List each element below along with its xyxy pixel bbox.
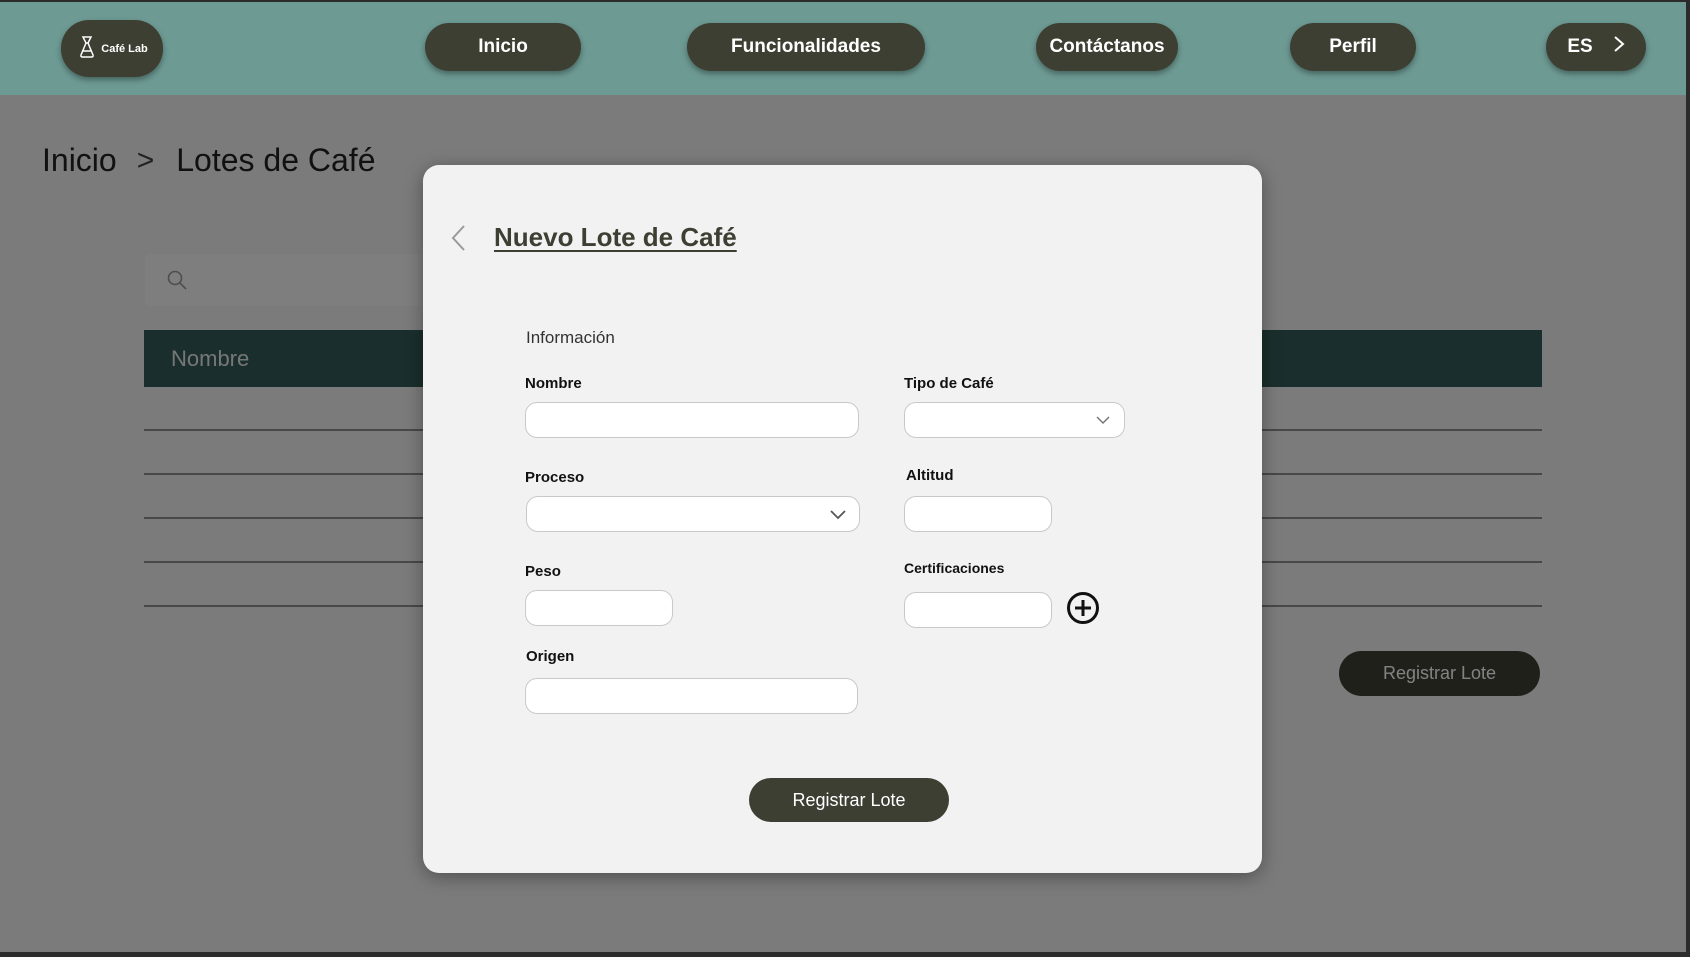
nav-inicio[interactable]: Inicio <box>425 23 581 71</box>
peso-label: Peso <box>525 563 561 580</box>
nombre-label: Nombre <box>525 375 582 392</box>
origen-input[interactable] <box>525 678 858 714</box>
back-button[interactable] <box>447 223 471 253</box>
chevron-right-icon <box>1613 35 1625 59</box>
logo-text: Café Lab <box>101 42 148 55</box>
altitud-input[interactable] <box>904 496 1052 532</box>
altitud-label: Altitud <box>906 467 954 484</box>
app-window: Café Lab Inicio Funcionalidades Contácta… <box>0 2 1686 952</box>
logo-button[interactable]: Café Lab <box>61 20 163 77</box>
certificaciones-input[interactable] <box>904 592 1052 628</box>
coffee-maker-icon <box>76 35 98 62</box>
top-navbar: Café Lab Inicio Funcionalidades Contácta… <box>0 2 1686 95</box>
peso-input[interactable] <box>525 590 673 626</box>
add-certification-button[interactable] <box>1066 591 1100 625</box>
certificaciones-label: Certificaciones <box>904 560 1005 576</box>
tipo-cafe-label: Tipo de Café <box>904 375 994 392</box>
chevron-left-icon <box>447 225 471 257</box>
plus-circle-icon <box>1066 592 1100 629</box>
proceso-select[interactable] <box>526 496 860 532</box>
language-selector[interactable]: ES <box>1546 23 1646 71</box>
nav-perfil[interactable]: Perfil <box>1290 23 1416 71</box>
submit-register-lot-button[interactable]: Registrar Lote <box>749 778 949 822</box>
nav-funcionalidades[interactable]: Funcionalidades <box>687 23 925 71</box>
proceso-label: Proceso <box>525 469 585 486</box>
modal-title: Nuevo Lote de Café <box>494 222 737 252</box>
origen-label: Origen <box>526 648 575 665</box>
new-lot-modal: Nuevo Lote de Café Información Nombre Ti… <box>423 165 1262 873</box>
language-label: ES <box>1567 36 1593 57</box>
section-label: Información <box>526 328 615 347</box>
tipo-cafe-select[interactable] <box>904 402 1125 438</box>
nav-contactanos[interactable]: Contáctanos <box>1036 23 1178 71</box>
nombre-input[interactable] <box>525 402 859 438</box>
